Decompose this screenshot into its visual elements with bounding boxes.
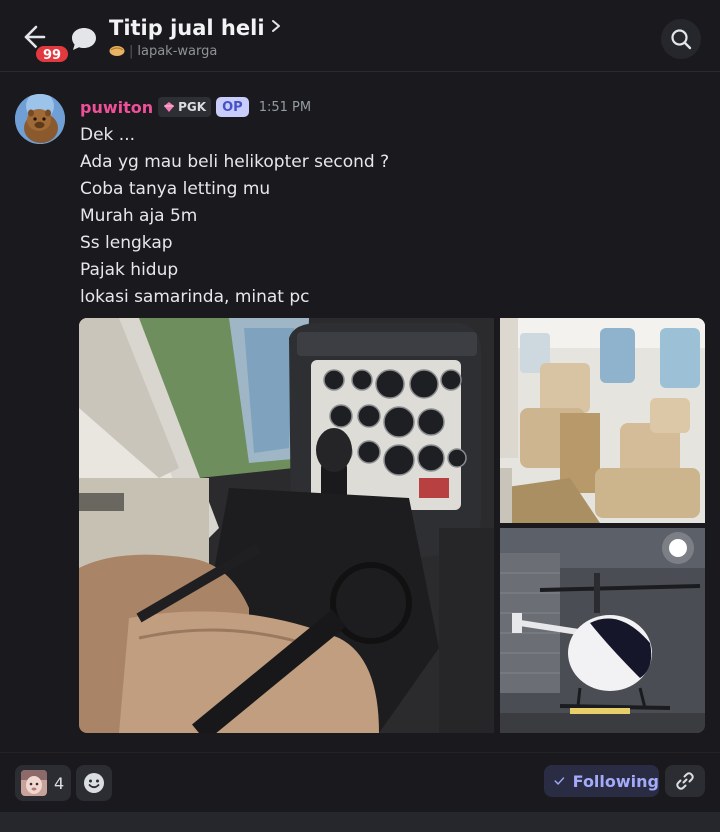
message-line: Ss lengkap	[80, 233, 173, 253]
checkmark-icon	[554, 777, 565, 785]
thread-title-text: Titip jual heli	[109, 16, 265, 40]
bottom-bar	[0, 812, 720, 832]
message-content: Dek ... Ada yg mau beli helikopter secon…	[80, 122, 680, 311]
attachment-image-cockpit[interactable]	[79, 318, 494, 733]
reaction-button[interactable]: 4	[15, 765, 71, 801]
message: puwiton PGK OP 1:51 PM Dek ... Ada yg ma…	[0, 72, 720, 752]
add-reaction-button[interactable]	[76, 765, 112, 801]
handshake-icon	[109, 44, 125, 57]
thread-footer: 4 Following	[0, 752, 720, 812]
attachment-image-helicopter[interactable]	[500, 528, 705, 733]
message-header: puwiton PGK OP 1:51 PM	[80, 96, 311, 118]
message-line: Murah aja 5m	[80, 206, 198, 226]
guild-tag-label: PGK	[178, 100, 207, 114]
thread-title[interactable]: Titip jual heli	[109, 14, 281, 40]
gem-icon	[163, 101, 175, 113]
copy-link-button[interactable]	[665, 765, 705, 797]
message-line: Pajak hidup	[80, 260, 179, 280]
breadcrumb-separator: |	[129, 44, 134, 59]
custom-emoji-icon	[21, 770, 47, 796]
channel-breadcrumb[interactable]: | lapak-warga	[109, 44, 217, 59]
op-badge: OP	[216, 97, 249, 117]
message-line: Coba tanya letting mu	[80, 179, 271, 199]
following-label: Following	[572, 771, 659, 791]
search-button[interactable]	[661, 19, 701, 59]
timestamp: 1:51 PM	[258, 99, 312, 115]
link-icon	[676, 772, 694, 790]
unread-badge: 99	[34, 44, 71, 64]
reaction-count: 4	[54, 773, 65, 793]
smiley-icon	[84, 773, 104, 793]
chevron-right-icon	[271, 14, 281, 38]
attachment-image-cabin[interactable]	[500, 318, 705, 523]
message-line: Ada yg mau beli helikopter second ?	[80, 152, 390, 172]
thread-header: 99 Titip jual heli | lapak-warga	[0, 0, 720, 72]
avatar[interactable]	[15, 94, 65, 144]
channel-name: lapak-warga	[137, 44, 218, 59]
search-icon	[671, 29, 692, 50]
guild-tag[interactable]: PGK	[158, 97, 212, 117]
following-button[interactable]: Following	[544, 765, 659, 797]
message-line: Dek ...	[80, 125, 136, 145]
message-line: lokasi samarinda, minat pc	[80, 287, 310, 307]
thread-bubble-icon	[70, 26, 98, 52]
username[interactable]: puwiton	[80, 98, 153, 117]
